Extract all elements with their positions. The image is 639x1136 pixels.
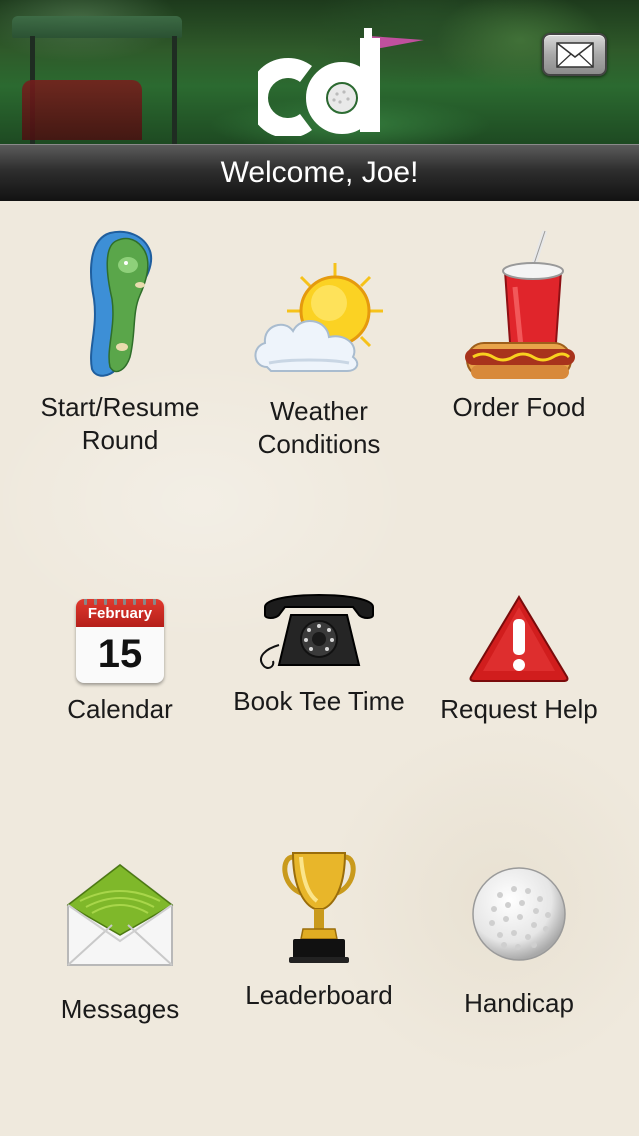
menu-label: Order Food [452, 392, 586, 422]
menu-grid: Start/Resume Round Weather Conditions Or… [0, 201, 639, 1136]
menu-label: Round [81, 425, 159, 455]
envelope-icon [555, 41, 594, 68]
menu-label: Weather [270, 396, 368, 426]
header-banner [0, 0, 639, 144]
menu-item-handicap[interactable]: Handicap [419, 865, 619, 1020]
envelope-icon [64, 861, 176, 979]
menu-label: Conditions [257, 429, 381, 459]
golf-cart-pole [172, 36, 177, 144]
mail-button[interactable] [542, 33, 607, 76]
welcome-text: Welcome, Joe! [220, 156, 419, 189]
golf-cart-seat [22, 80, 142, 140]
calendar-rings [84, 599, 156, 605]
menu-item-calendar[interactable]: February 15 Calendar [20, 599, 220, 726]
menu-item-start-round[interactable]: Start/Resume Round [20, 229, 220, 457]
golf-course-icon [80, 229, 160, 387]
menu-item-weather[interactable]: Weather Conditions [219, 259, 419, 461]
calendar-icon: February 15 [76, 599, 164, 683]
menu-item-leaderboard[interactable]: Leaderboard [219, 849, 419, 1012]
welcome-bar: Welcome, Joe! [0, 144, 639, 201]
app-logo [258, 28, 424, 136]
menu-label: Handicap [464, 988, 574, 1018]
calendar-day: 15 [97, 632, 143, 676]
menu-label: Book Tee Time [233, 686, 405, 716]
weather-icon [249, 259, 389, 387]
food-icon [461, 227, 577, 387]
menu-label: Leaderboard [245, 980, 393, 1010]
menu-item-order-food[interactable]: Order Food [419, 227, 619, 424]
telephone-icon [255, 585, 383, 685]
menu-item-messages[interactable]: Messages [20, 861, 220, 1026]
menu-item-request-help[interactable]: Request Help [419, 593, 619, 726]
menu-label: Messages [60, 994, 180, 1024]
trophy-icon [279, 849, 359, 979]
golf-ball-icon [470, 865, 568, 975]
golf-cart-roof [12, 16, 182, 38]
menu-label: Request Help [440, 694, 598, 724]
warning-icon [467, 593, 571, 685]
menu-item-book-tee-time[interactable]: Book Tee Time [219, 585, 419, 718]
menu-label: Calendar [67, 694, 173, 724]
menu-label: Start/Resume [40, 392, 200, 422]
